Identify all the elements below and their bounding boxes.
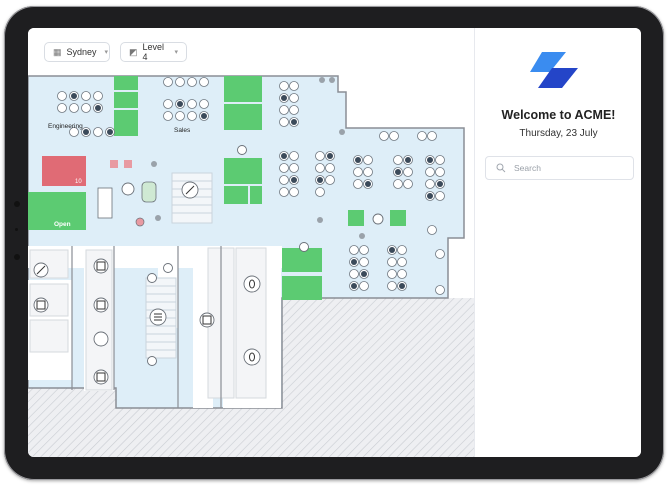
water-icon[interactable] (243, 275, 261, 293)
camera-icon[interactable] (121, 182, 135, 196)
pencil-icon-3[interactable] (147, 356, 157, 366)
floor-map[interactable]: 10 Open Engineering Sales ▦ Sydney ▾ ◩ L… (28, 28, 474, 457)
locker-icon-4[interactable] (199, 312, 215, 328)
printer-icon[interactable] (33, 297, 49, 313)
info-icon[interactable] (163, 263, 173, 273)
floor-plan-svg: 10 Open Engineering Sales (28, 75, 474, 457)
chevron-down-icon: ▾ (174, 49, 178, 56)
side-panel: Welcome to ACME! Thursday, 23 July (474, 28, 641, 457)
area-label-sales: Sales (174, 127, 191, 134)
current-date: Thursday, 23 July (519, 128, 598, 139)
search-icon (496, 163, 506, 173)
sensor-dot (15, 228, 18, 231)
camera-dot-2 (14, 254, 20, 260)
target-icon[interactable] (237, 145, 247, 155)
floor-icon: ◩ (129, 46, 138, 57)
target-icon-2[interactable] (372, 213, 384, 225)
location-dropdown-value: Sydney (66, 47, 97, 57)
room-open-status: Open (54, 221, 71, 228)
accessible-icon[interactable] (93, 331, 109, 347)
water-icon-2[interactable] (243, 348, 261, 366)
app-screen: 10 Open Engineering Sales ▦ Sydney ▾ ◩ L… (28, 28, 641, 457)
building-icon: ▦ (53, 46, 62, 57)
camera-dot (14, 201, 20, 207)
search-box[interactable] (485, 156, 634, 180)
level-dropdown[interactable]: ◩ Level 4 ▾ (120, 42, 187, 62)
location-dropdown[interactable]: ▦ Sydney ▾ (44, 42, 110, 62)
pencil-icon-2[interactable] (147, 273, 157, 283)
area-label-engineering: Engineering (48, 123, 83, 130)
info-icon-2[interactable] (299, 242, 309, 252)
room-capacity: 10 (75, 179, 82, 185)
locker-icon[interactable] (93, 258, 109, 274)
welcome-heading: Welcome to ACME! (501, 108, 616, 122)
locker-icon-2[interactable] (93, 297, 109, 313)
acme-logo (530, 52, 578, 88)
chevron-down-icon: ▾ (104, 49, 109, 56)
locker-icon-3[interactable] (93, 369, 109, 385)
search-input[interactable] (514, 163, 624, 173)
level-dropdown-value: Level 4 (142, 42, 165, 62)
